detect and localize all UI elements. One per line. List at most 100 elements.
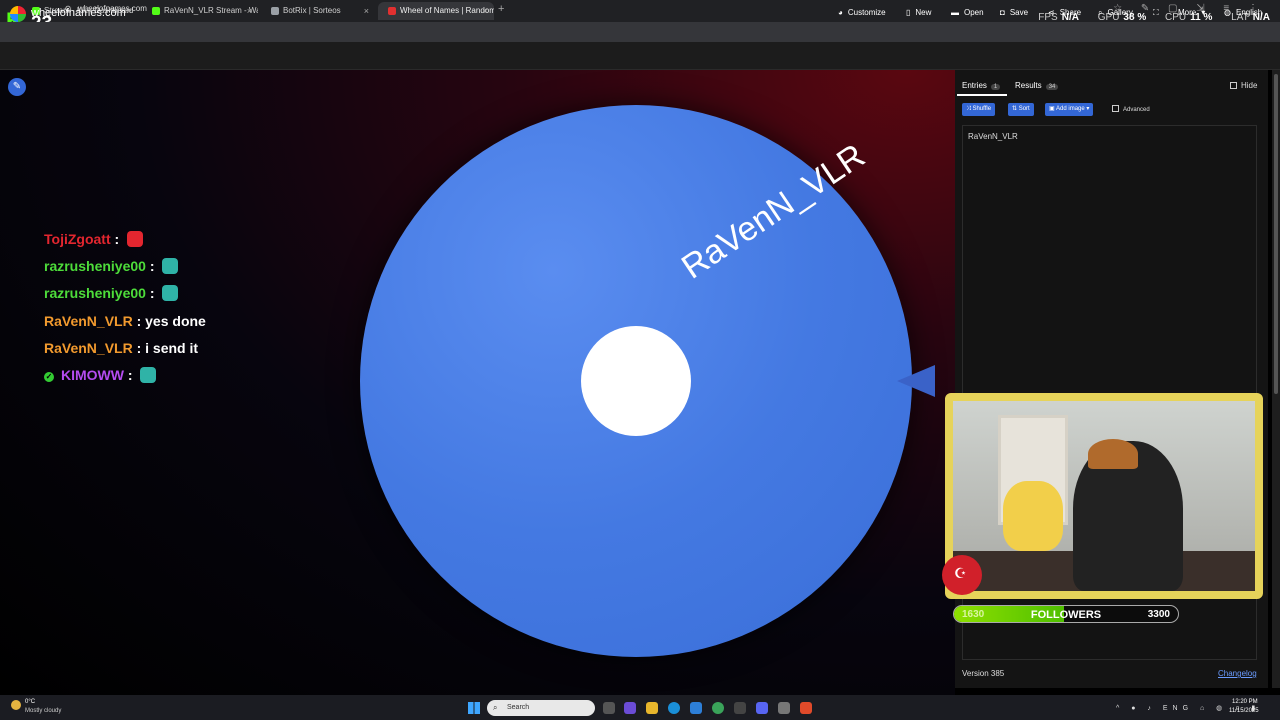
tab-results[interactable]: Results 34 <box>1015 81 1059 90</box>
chat-text: : <box>149 285 155 301</box>
entry-line[interactable]: RaVenN_VLR <box>968 132 1018 141</box>
chat-text: : yes done <box>136 313 206 329</box>
nav-label: English <box>1235 8 1263 17</box>
hide-label: Hide <box>1241 81 1258 90</box>
save-icon: ◘ <box>1000 8 1005 17</box>
kick-favicon-icon <box>152 6 160 15</box>
advanced-checkbox[interactable]: Advanced <box>1112 105 1150 113</box>
chat-text: : i send it <box>136 340 199 356</box>
windows-taskbar <box>0 695 1280 720</box>
shuffle-button[interactable]: ⤨ Shuffle <box>962 103 996 116</box>
close-icon[interactable]: × <box>364 2 369 20</box>
tab-botrix[interactable]: BotRix | Sorteos × <box>261 2 375 20</box>
sort-label: Sort <box>1018 106 1030 112</box>
checkbox-icon <box>1230 82 1237 89</box>
webcam-beanie <box>1088 439 1138 469</box>
chevron-down-icon: ▾ <box>1084 106 1090 112</box>
tab-label: RaVenN_VLR Stream - Watch Li <box>164 6 258 15</box>
chat-message: ✓ KIMOWW : <box>44 367 157 383</box>
gallery-button[interactable]: ⌕ Gallery <box>1098 8 1133 18</box>
wheel-logo-icon[interactable] <box>10 6 26 22</box>
chat-username: RaVenN_VLR <box>44 340 133 356</box>
page-scrollbar[interactable] <box>1272 70 1280 688</box>
tab-label: BotRix | Sorteos <box>283 6 341 15</box>
fullscreen-icon: ⛶ <box>1153 8 1159 17</box>
tab-label: Wheel of Names | Random nam <box>400 6 494 15</box>
nav-label: Share <box>1059 8 1082 17</box>
chevron-down-icon: ▾ <box>1201 8 1206 17</box>
sort-button[interactable]: ⇅ Sort <box>1008 103 1034 116</box>
app-icon[interactable] <box>690 702 702 714</box>
clock-time[interactable]: 12:20 PM <box>1232 699 1258 705</box>
chat-message: razrusheniye00 : <box>44 258 179 274</box>
hide-checkbox[interactable]: Hide <box>1230 81 1257 90</box>
active-tab-indicator <box>957 94 1007 96</box>
version-label: Version 385 <box>962 669 1005 678</box>
new-button[interactable]: ▯ New <box>906 8 931 17</box>
chrome-icon[interactable] <box>712 702 724 714</box>
open-button[interactable]: ▬ Open <box>951 8 984 17</box>
more-button[interactable]: More ▾ <box>1178 8 1205 17</box>
search-placeholder: Search <box>507 704 530 711</box>
customize-button[interactable]: ◕ Customize <box>838 8 886 17</box>
task-view-icon[interactable] <box>603 702 615 714</box>
save-button[interactable]: ◘ Save <box>1000 8 1028 17</box>
botrix-favicon-icon <box>271 6 279 15</box>
sort-icon: ⇅ <box>1012 106 1019 112</box>
folder-icon: ▬ <box>951 8 959 17</box>
share-icon: ⋖ <box>1048 8 1055 17</box>
new-tab-button[interactable]: + <box>498 3 504 15</box>
clock-date[interactable]: 11/15/2025 <box>1229 708 1259 714</box>
followers-goal: 3300 <box>1147 609 1170 620</box>
brave-icon[interactable] <box>800 702 812 714</box>
app-icon[interactable] <box>624 702 636 714</box>
file-explorer-icon[interactable] <box>646 702 658 714</box>
language-button[interactable]: ◍ English <box>1224 8 1262 17</box>
chat-username: razrusheniye00 <box>44 285 146 301</box>
shuffle-label: Shuffle <box>972 106 992 112</box>
file-icon: ▯ <box>906 8 911 17</box>
tab-kick-stream[interactable]: RaVenN_VLR Stream - Watch Li × <box>142 2 258 20</box>
advanced-label: Advanced <box>1123 107 1150 113</box>
site-name[interactable]: wheelofnames.com <box>31 7 126 19</box>
add-image-button[interactable]: ▣ Add image ▾ <box>1045 103 1094 116</box>
obs-icon[interactable] <box>778 702 790 714</box>
wheel-center-button[interactable] <box>581 326 691 436</box>
nav-label: Save <box>1009 8 1029 17</box>
chat-username: TojiZgoatt <box>44 231 111 247</box>
fullscreen-button[interactable]: ⛶ <box>1153 8 1164 18</box>
tab-label: Results <box>1015 81 1042 90</box>
taskbar-search[interactable]: ⌕ Search <box>487 700 595 716</box>
chat-text: : <box>127 367 133 383</box>
weather-temperature[interactable]: 0°C <box>25 699 35 705</box>
start-button[interactable] <box>468 702 480 714</box>
tab-wheel-of-names[interactable]: Wheel of Names | Random nam × <box>378 2 494 20</box>
nav-label: Open <box>964 8 984 17</box>
weather-condition[interactable]: Mostly cloudy <box>25 708 61 714</box>
chat-text: : <box>114 231 120 247</box>
search-icon: ⌕ <box>493 703 498 712</box>
keyboard-language[interactable]: ENG <box>1163 705 1193 712</box>
wheel-favicon-icon <box>388 6 396 15</box>
close-icon[interactable]: × <box>247 2 252 20</box>
chat-username: razrusheniye00 <box>44 258 146 274</box>
chat-message: RaVenN_VLR : i send it <box>44 340 198 356</box>
share-button[interactable]: ⋖ Share <box>1048 8 1081 17</box>
edge-icon[interactable] <box>668 702 680 714</box>
follower-goal-bar: 1630 FOLLOWERS 3300 <box>953 605 1179 623</box>
nav-label: More <box>1178 8 1197 17</box>
verified-check-icon: ✓ <box>44 372 54 382</box>
chat-message: TojiZgoatt : <box>44 231 144 247</box>
changelog-link[interactable]: Changelog <box>1218 669 1257 678</box>
weather-icon[interactable] <box>11 700 21 710</box>
wheel-pointer-icon <box>897 365 935 397</box>
tab-label: Entries <box>962 81 987 90</box>
emote-icon <box>127 231 144 247</box>
discord-icon[interactable] <box>756 702 768 714</box>
nav-label: Gallery <box>1107 8 1133 17</box>
chat-text: : <box>149 258 155 274</box>
app-icon[interactable] <box>734 702 746 714</box>
tab-entries[interactable]: Entries 1 <box>962 81 1001 90</box>
close-icon[interactable]: × <box>483 2 488 20</box>
edit-pencil-icon[interactable]: ✎ <box>8 78 26 96</box>
